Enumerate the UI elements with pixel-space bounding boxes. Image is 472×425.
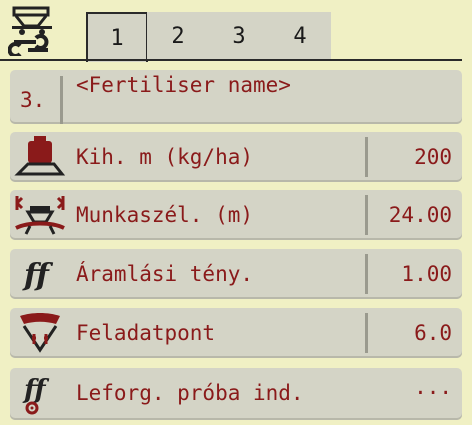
row-label: Feladatpont — [76, 321, 216, 345]
flow-factor-value[interactable]: 1.00 — [401, 249, 452, 299]
row-label: Munkaszél. (m) — [76, 203, 254, 227]
flow-factor-row[interactable]: ff Áramlási tény. 1.00 — [10, 249, 462, 299]
flow-factor-icon: ff — [22, 258, 54, 293]
svg-text:ff: ff — [22, 375, 50, 405]
divider — [365, 254, 368, 294]
calibration-test-row[interactable]: ff Leforg. próba ind. ··· — [10, 368, 462, 420]
spreader-settings-icon — [8, 6, 52, 56]
divider — [365, 137, 368, 177]
fertiliser-name-row[interactable]: 3. <Fertiliser name> — [10, 70, 462, 124]
fertiliser-name: <Fertiliser name> — [76, 73, 291, 97]
tab-3[interactable]: 3 — [208, 12, 270, 60]
divider — [365, 195, 368, 235]
working-width-row[interactable]: Munkaszél. (m) 24.00 — [10, 190, 462, 240]
drop-point-row[interactable]: Feladatpont 6.0 — [10, 308, 462, 358]
tab-4[interactable]: 4 — [269, 12, 331, 60]
drop-point-value[interactable]: 6.0 — [414, 308, 452, 358]
working-width-value[interactable]: 24.00 — [389, 190, 452, 240]
weight-icon — [14, 136, 66, 176]
row-label: Kih. m (kg/ha) — [76, 145, 254, 169]
drop-point-icon — [20, 313, 60, 353]
divider — [60, 76, 63, 124]
calibration-test-more[interactable]: ··· — [414, 368, 452, 418]
divider — [365, 313, 368, 353]
row-label: Áramlási tény. — [76, 262, 254, 286]
tab-2[interactable]: 2 — [147, 12, 209, 60]
calibration-test-icon: ff — [22, 375, 50, 415]
header: 1 2 3 4 — [0, 0, 472, 62]
tab-1[interactable]: 1 — [86, 12, 148, 62]
row-label: Leforg. próba ind. — [76, 381, 304, 405]
application-rate-value[interactable]: 200 — [414, 132, 452, 182]
svg-text:ff: ff — [22, 258, 54, 293]
working-width-icon — [15, 196, 65, 235]
application-rate-row[interactable]: Kih. m (kg/ha) 200 — [10, 132, 462, 182]
fertiliser-index: 3. — [20, 88, 46, 112]
